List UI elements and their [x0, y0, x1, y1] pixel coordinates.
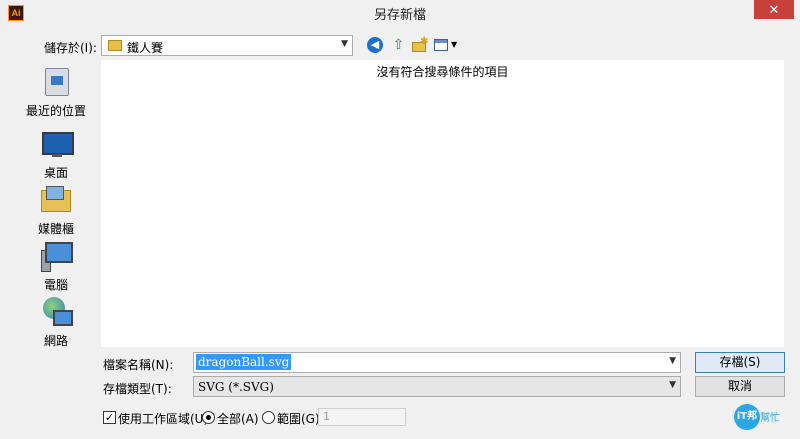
place-computer[interactable]: 電腦 — [18, 240, 94, 293]
desktop-icon — [39, 128, 74, 160]
range-radio[interactable] — [262, 411, 275, 424]
save-in-dropdown[interactable]: 鐵人賽 ▼ — [101, 35, 353, 56]
recent-places-icon — [39, 66, 73, 98]
back-icon[interactable]: ◀ — [367, 37, 383, 53]
place-label: 網路 — [43, 334, 68, 348]
watermark-circle: iT邦 — [734, 404, 760, 430]
up-folder-icon[interactable]: ⇧ — [390, 37, 407, 54]
filename-label: 檔案名稱(N): — [103, 358, 174, 372]
place-recent[interactable]: 最近的位置 — [18, 66, 94, 119]
save-in-value: 鐵人賽 — [127, 41, 164, 55]
filetype-label: 存檔類型(T): — [103, 382, 172, 396]
use-artboards-label[interactable]: 使用工作區域(U) — [118, 410, 208, 427]
filename-input[interactable]: dragonBall.svg — [196, 354, 292, 370]
place-label: 媒體櫃 — [37, 222, 74, 236]
empty-message: 沒有符合搜尋條件的項目 — [376, 65, 509, 79]
save-in-label: 儲存於(I): — [44, 41, 97, 55]
file-list[interactable]: 沒有符合搜尋條件的項目 — [101, 60, 784, 347]
filename-field[interactable]: dragonBall.svg ▼ — [193, 352, 681, 373]
place-desktop[interactable]: 桌面 — [18, 128, 94, 181]
all-radio-label[interactable]: 全部(A) — [217, 410, 259, 427]
save-button[interactable]: 存檔(S) — [695, 352, 785, 373]
network-icon — [39, 296, 73, 328]
place-label: 桌面 — [43, 166, 68, 180]
chevron-down-icon: ▼ — [669, 380, 676, 390]
range-input[interactable]: 1 — [318, 408, 406, 426]
place-label: 電腦 — [43, 278, 68, 292]
close-button[interactable]: ✕ — [754, 0, 794, 19]
folder-icon — [108, 40, 122, 51]
cancel-button[interactable]: 取消 — [695, 376, 785, 397]
new-folder-icon[interactable]: ✱ — [411, 36, 429, 54]
use-artboards-checkbox[interactable]: ✓ — [103, 411, 116, 424]
chevron-down-icon: ▼ — [341, 39, 348, 49]
all-radio[interactable] — [202, 411, 215, 424]
title-bar: Ai 另存新檔 ✕ — [0, 0, 800, 26]
watermark-text: 幫忙 — [760, 413, 780, 424]
ithome-watermark-logo: iT邦 幫忙 — [732, 402, 782, 430]
filetype-dropdown[interactable]: SVG (*.SVG) ▼ — [193, 376, 681, 397]
place-label: 最近的位置 — [25, 104, 86, 118]
place-network[interactable]: 網路 — [18, 296, 94, 349]
sparkle-icon: ✱ — [420, 36, 429, 47]
computer-icon — [39, 240, 73, 272]
view-dropdown-arrow-icon[interactable]: ▼ — [451, 40, 457, 49]
filetype-value: SVG (*.SVG) — [198, 380, 274, 394]
window-title: 另存新檔 — [373, 8, 426, 23]
place-libraries[interactable]: 媒體櫃 — [18, 184, 94, 237]
close-icon: ✕ — [768, 2, 780, 17]
chevron-down-icon[interactable]: ▼ — [669, 356, 676, 366]
libraries-icon — [39, 184, 73, 216]
view-menu-icon[interactable] — [434, 39, 448, 51]
range-radio-label[interactable]: 範圍(G): — [277, 410, 324, 427]
